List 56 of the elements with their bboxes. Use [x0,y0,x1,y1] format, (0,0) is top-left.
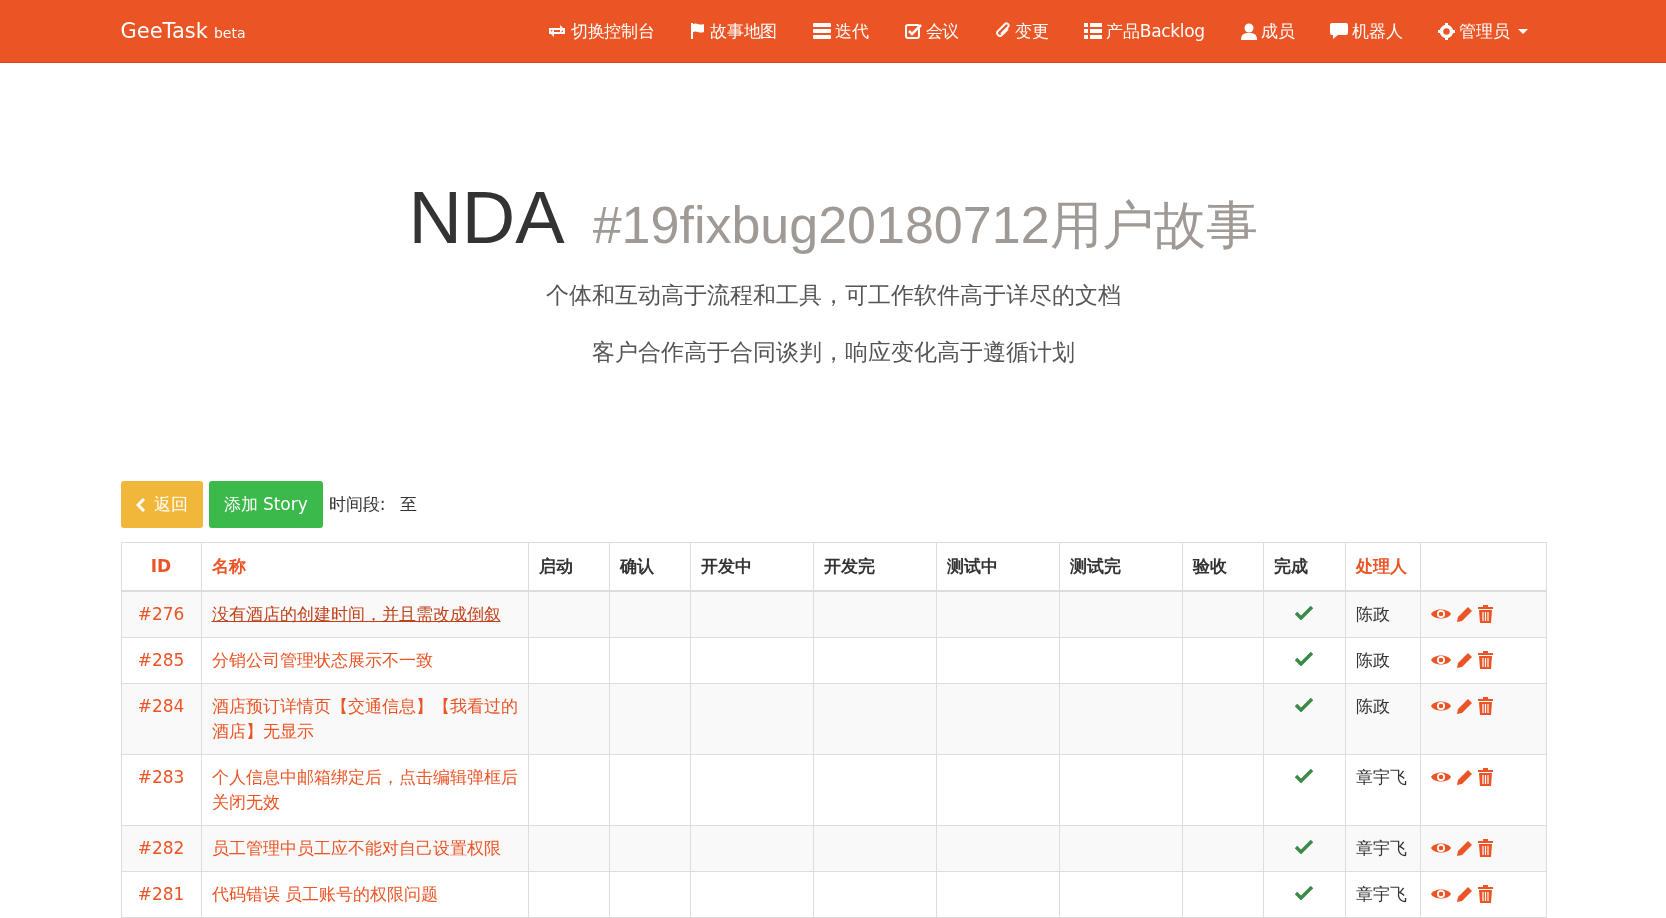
assignee-name: 陈政 [1345,683,1420,755]
assignee-name: 章宇飞 [1345,871,1420,918]
trash-icon[interactable] [1477,885,1493,903]
eye-icon[interactable] [1430,699,1451,713]
trash-icon[interactable] [1477,605,1493,623]
list-icon [1084,23,1103,39]
user-icon [1240,22,1257,40]
trash-icon[interactable] [1477,839,1493,857]
flag-icon [690,22,707,40]
pencil-icon[interactable] [1455,839,1473,857]
nav-link[interactable]: 变更 [976,0,1067,62]
assignee-name: 陈政 [1345,637,1420,684]
check-square-icon [904,22,922,40]
period-label: 时间段: [328,493,386,516]
eye-icon[interactable] [1430,770,1451,784]
story-id: #282 [121,825,201,872]
nav-link[interactable]: 机器人 [1312,0,1421,62]
nav-link[interactable]: 产品Backlog [1066,0,1223,62]
story-id: #284 [121,683,201,755]
page-title: NDA [408,181,565,255]
beta-label: beta [213,25,246,41]
brand-logo[interactable]: GeeTask [120,19,208,43]
pencil-icon[interactable] [1455,605,1473,623]
pencil-icon[interactable] [1455,697,1473,715]
eye-icon[interactable] [1430,887,1451,901]
trash-icon[interactable] [1477,697,1493,715]
eye-icon[interactable] [1430,607,1451,621]
server-icon [813,23,832,39]
eye-icon[interactable] [1430,653,1451,667]
nav-link[interactable]: 故事地图 [672,0,796,62]
story-id: #283 [121,754,201,826]
nav-link[interactable]: 成员 [1222,0,1313,62]
nav-link[interactable]: 会议 [886,0,977,62]
motto-text: 客户合作高于合同谈判，响应变化高于遵循计划 [590,338,1076,367]
add-story-button[interactable]: 添加 Story [208,481,323,528]
period-separator: 至 [399,493,417,516]
motto-text: 个体和互动高于流程和工具，可工作软件高于详尽的文档 [544,281,1122,310]
nav-link[interactable]: 切换控制台 [528,0,673,62]
pencil-icon[interactable] [1455,885,1473,903]
comment-icon [1330,23,1349,39]
chevron-left-icon [135,497,146,512]
trash-icon[interactable] [1477,651,1493,669]
pencil-icon[interactable] [1455,768,1473,786]
nav-link[interactable]: 管理员 [1420,0,1546,62]
trash-icon[interactable] [1477,768,1493,786]
assignee-name: 章宇飞 [1345,754,1420,826]
pencil-icon[interactable] [1455,651,1473,669]
paperclip-icon [994,22,1011,40]
eye-icon[interactable] [1430,841,1451,855]
story-id: #281 [121,871,201,918]
nav-link[interactable]: 迭代 [795,0,887,62]
back-button[interactable]: 返回 [120,481,203,528]
story-id: #285 [121,637,201,684]
assignee-name: 章宇飞 [1345,825,1420,872]
assignee-name: 陈政 [1345,591,1420,638]
story-id: #276 [121,591,201,638]
